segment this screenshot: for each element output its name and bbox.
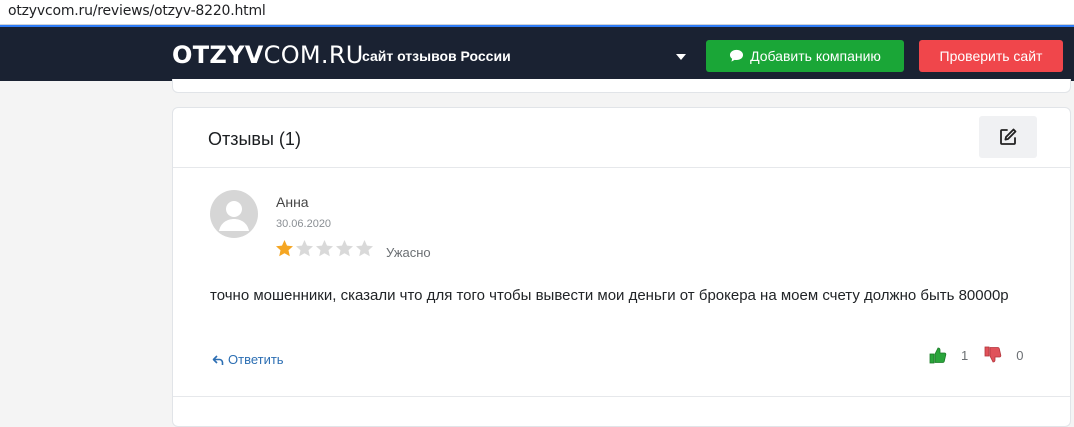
- star-empty-icon: [356, 240, 373, 257]
- thumbs-down-icon[interactable]: [984, 346, 1002, 364]
- add-company-button[interactable]: Добавить компанию: [706, 40, 904, 72]
- review-votes: 1 0: [929, 346, 1023, 364]
- check-site-button[interactable]: Проверить сайт: [919, 40, 1063, 72]
- review-text: точно мошенники, сказали что для того чт…: [210, 287, 1009, 304]
- star-filled-icon: [276, 240, 293, 257]
- reply-icon: [212, 354, 224, 365]
- star-empty-icon: [336, 240, 353, 257]
- previous-card-bottom: [172, 79, 1071, 93]
- reply-label: Ответить: [228, 352, 284, 367]
- reviews-title: Отзывы (1): [208, 129, 301, 149]
- add-company-label: Добавить компанию: [750, 48, 881, 64]
- write-review-button[interactable]: [979, 116, 1037, 158]
- rating-label: Ужасно: [386, 245, 431, 260]
- review-author: Анна: [276, 194, 309, 210]
- user-icon: [219, 201, 249, 231]
- url-text[interactable]: otzyvcom.ru/reviews/otzyv-8220.html: [8, 3, 266, 19]
- likes-count: 1: [961, 347, 969, 363]
- site-tagline: сайт отзывов России: [362, 48, 511, 64]
- thumbs-up-icon[interactable]: [929, 346, 947, 364]
- review-date: 30.06.2020: [276, 218, 332, 230]
- dislikes-count: 0: [1016, 347, 1024, 363]
- rating-stars: [275, 239, 374, 258]
- star-empty-icon: [316, 240, 333, 257]
- site-logo[interactable]: OTZYVCOM.RU: [172, 41, 364, 69]
- chat-icon: [730, 49, 744, 62]
- site-header: OTZYVCOM.RU сайт отзывов России Добавить…: [0, 25, 1074, 81]
- browser-address-bar[interactable]: otzyvcom.ru/reviews/otzyv-8220.html: [0, 0, 1074, 25]
- chevron-down-icon[interactable]: [676, 54, 686, 60]
- star-empty-icon: [296, 240, 313, 257]
- logo-bold-text: OTZYV: [172, 41, 264, 69]
- divider: [173, 396, 1070, 397]
- reviews-card: Отзывы (1) Анна 30.06.2020 Ужасно точно …: [172, 107, 1071, 427]
- check-site-label: Проверить сайт: [939, 48, 1043, 64]
- logo-light-text: COM.RU: [263, 41, 364, 69]
- reply-link[interactable]: Ответить: [212, 352, 284, 367]
- avatar: [210, 190, 258, 238]
- edit-icon: [1000, 128, 1017, 145]
- reviews-card-header: Отзывы (1): [173, 108, 1070, 168]
